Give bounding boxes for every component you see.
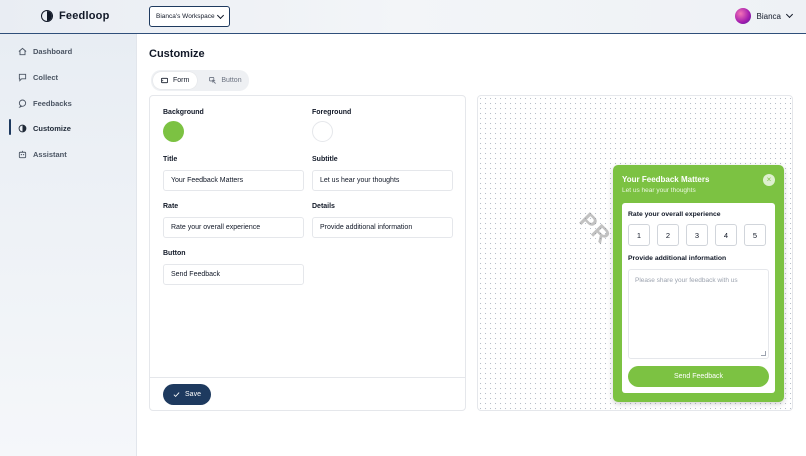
sidebar-item-assistant[interactable]: Assistant	[18, 150, 67, 159]
subtitle-input[interactable]: Let us hear your thoughts	[312, 170, 453, 191]
details-input[interactable]: Provide additional information	[312, 217, 453, 238]
app-logo[interactable]: Feedloop	[41, 10, 110, 22]
widget-details-label: Provide additional information	[628, 255, 727, 262]
sidebar-item-label: Collect	[33, 73, 59, 82]
home-icon	[18, 47, 27, 56]
user-name: Bianca	[756, 11, 781, 21]
half-circle-icon	[18, 124, 27, 133]
chat-bubble-icon	[18, 99, 27, 108]
tab-label: Button	[221, 77, 242, 84]
sidebar-item-dashboard[interactable]: Dashboard	[18, 47, 72, 56]
details-label: Details	[312, 203, 335, 210]
title-label: Title	[163, 156, 178, 163]
widget-rate-label: Rate your overall experience	[628, 211, 721, 218]
divider	[150, 377, 465, 378]
preview-watermark: PR	[574, 207, 617, 250]
workspace-label: Bianca's Workspace	[156, 13, 215, 20]
widget-subtitle: Let us hear your thoughts	[622, 187, 696, 194]
sidebar-item-collect[interactable]: Collect	[18, 73, 58, 82]
tab-label: Form	[173, 77, 190, 84]
widget-body: Rate your overall experience 1 2 3 4 5 P…	[622, 203, 775, 393]
robot-icon	[18, 150, 27, 159]
chevron-down-icon	[785, 10, 794, 19]
sidebar: Dashboard Collect Feedbacks Customize As…	[0, 34, 137, 456]
sidebar-item-feedbacks[interactable]: Feedbacks	[18, 99, 72, 108]
feedback-textarea-placeholder: Please share your feedback with us	[635, 277, 738, 284]
customize-form: Background Foreground Title Your Feedbac…	[149, 95, 466, 411]
tab-group: Form Button	[151, 70, 249, 91]
tab-form[interactable]: Form	[153, 72, 198, 89]
rating-option-1[interactable]: 1	[628, 224, 650, 246]
user-menu[interactable]: Bianca	[734, 8, 794, 24]
page-title: Customize	[149, 48, 205, 60]
title-input[interactable]: Your Feedback Matters	[163, 170, 304, 191]
rating-scale: 1 2 3 4 5	[628, 224, 766, 246]
active-indicator	[9, 119, 11, 135]
rating-option-2[interactable]: 2	[657, 224, 679, 246]
widget-title: Your Feedback Matters	[622, 175, 710, 184]
rate-label: Rate	[163, 203, 179, 210]
foreground-color-swatch[interactable]	[312, 121, 333, 142]
rating-option-4[interactable]: 4	[715, 224, 737, 246]
sidebar-item-label: Feedbacks	[33, 99, 72, 108]
top-bar: Feedloop Bianca's Workspace Bianca	[0, 0, 806, 34]
feedloop-logo-icon	[41, 10, 53, 22]
rating-option-3[interactable]: 3	[686, 224, 708, 246]
rate-input[interactable]: Rate your overall experience	[163, 217, 304, 238]
background-label: Background	[163, 109, 204, 116]
sidebar-item-label: Dashboard	[33, 47, 73, 56]
save-button[interactable]: Save	[163, 384, 211, 405]
foreground-label: Foreground	[312, 109, 352, 116]
sidebar-item-customize[interactable]: Customize	[18, 124, 71, 133]
sidebar-item-label: Assistant	[33, 150, 67, 159]
avatar	[734, 8, 751, 24]
subtitle-label: Subtitle	[312, 156, 338, 163]
pointer-icon	[209, 77, 217, 84]
resize-handle-icon[interactable]	[761, 351, 766, 356]
close-icon[interactable]: ×	[763, 174, 775, 186]
send-feedback-button[interactable]: Send Feedback	[628, 366, 769, 387]
button-text-input[interactable]: Send Feedback	[163, 264, 304, 285]
workspace-selector[interactable]: Bianca's Workspace	[149, 6, 230, 27]
check-icon	[173, 392, 180, 398]
chat-collect-icon	[18, 73, 27, 82]
feedback-textarea[interactable]: Please share your feedback with us	[628, 269, 769, 359]
chevron-down-icon	[216, 11, 225, 19]
sidebar-item-label: Customize	[33, 124, 71, 133]
background-color-swatch[interactable]	[163, 121, 184, 142]
app-name: Feedloop	[59, 10, 110, 22]
button-label: Button	[163, 250, 186, 257]
form-icon	[161, 77, 168, 84]
rating-option-5[interactable]: 5	[744, 224, 766, 246]
feedback-widget-preview: Your Feedback Matters Let us hear your t…	[613, 165, 784, 402]
tab-button[interactable]: Button	[201, 72, 249, 89]
save-button-label: Save	[185, 391, 201, 398]
